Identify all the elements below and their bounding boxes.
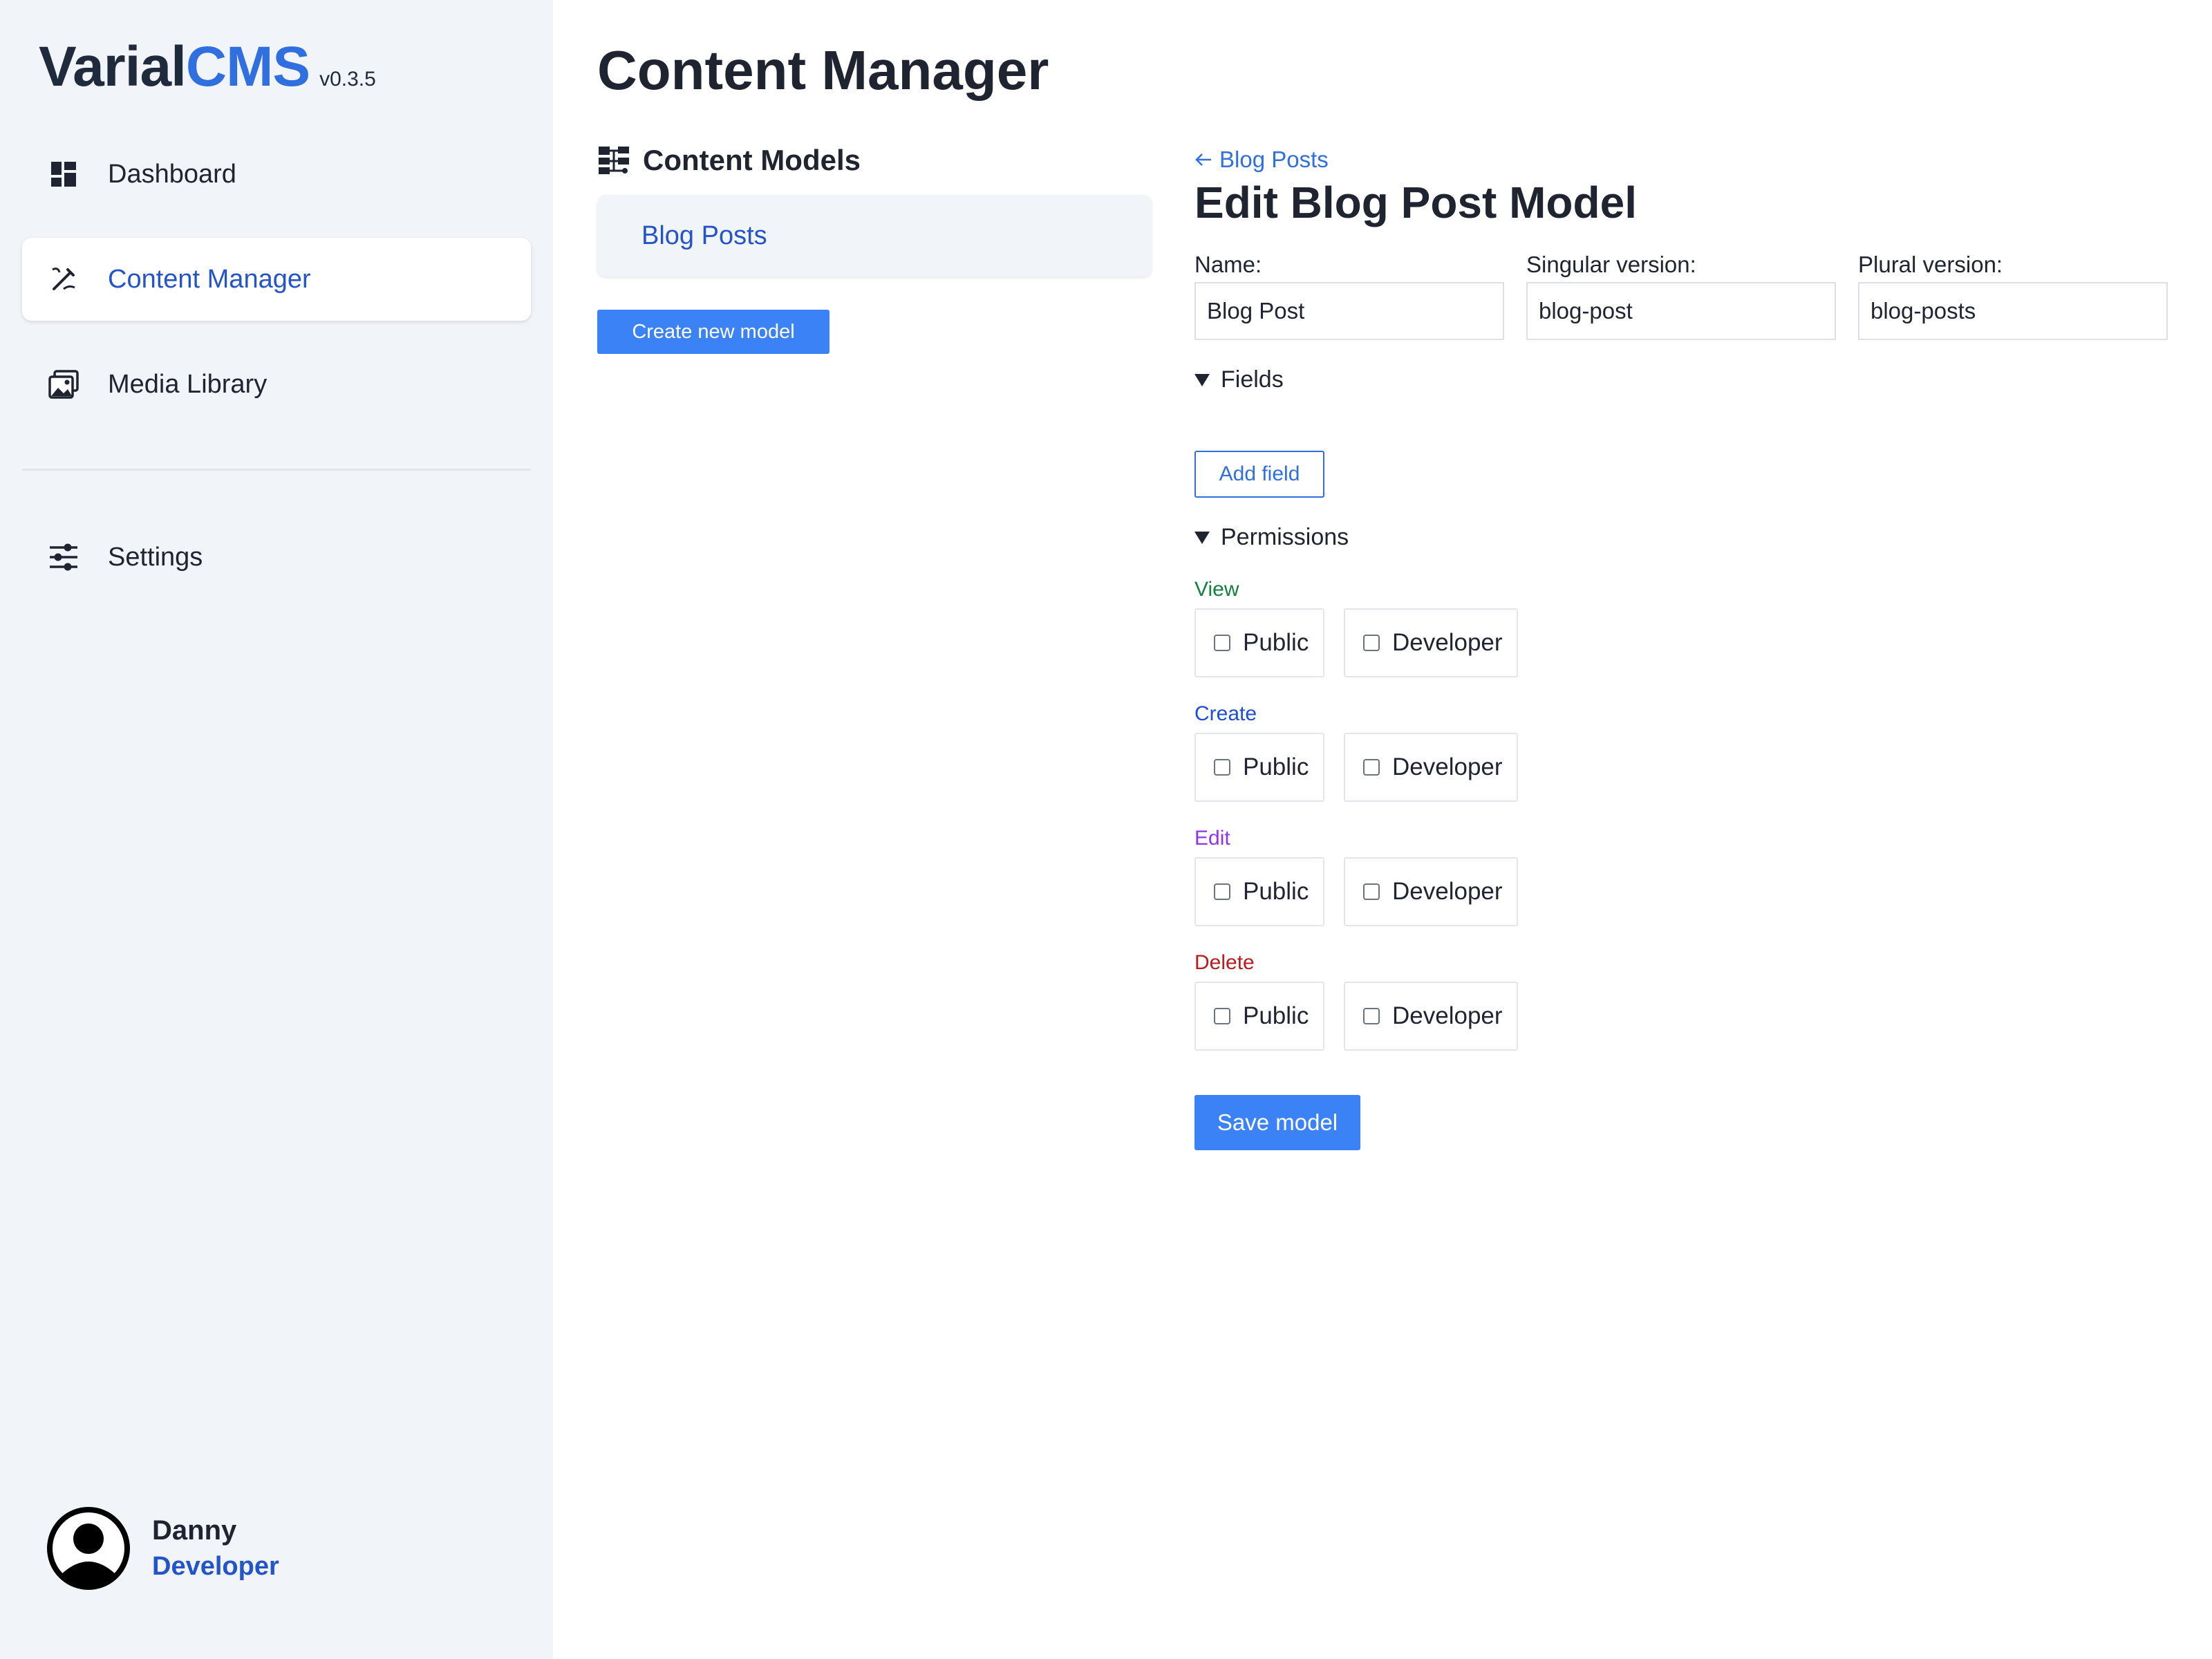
user-profile[interactable]: Danny Developer [46,1506,279,1591]
checkbox[interactable] [1363,635,1380,651]
user-name: Danny [152,1515,237,1546]
brand-logo[interactable]: VarialCMS v0.3.5 [39,35,376,100]
page-title: Content Manager [597,39,1049,101]
checkbox-label: Public [1243,629,1309,656]
permission-view-label: View [1194,578,1239,601]
permission-delete-label: Delete [1194,951,1255,974]
sidebar-item-label: Media Library [108,369,268,399]
checkbox-label: Developer [1392,1002,1503,1029]
edit-developer-checkbox[interactable]: Developer [1344,857,1518,926]
create-public-checkbox[interactable]: Public [1194,733,1324,802]
fields-toggle[interactable]: Fields [1194,366,1284,393]
sitemap-icon [599,147,629,174]
images-icon [46,366,82,402]
save-model-button[interactable]: Save model [1194,1095,1360,1150]
checkbox[interactable] [1363,1008,1380,1024]
sidebar-item-label: Content Manager [108,264,311,294]
sidebar-item-content-manager[interactable]: Content Manager [22,238,531,321]
checkbox[interactable] [1214,635,1230,651]
permissions-toggle[interactable]: Permissions [1194,524,1349,551]
name-label: Name: [1194,252,1262,277]
arrow-left-icon [1195,153,1211,166]
back-link-label: Blog Posts [1219,147,1329,172]
edit-title: Edit Blog Post Model [1194,178,1637,227]
caret-down-icon [1194,531,1210,544]
nav-divider [22,469,531,471]
checkbox[interactable] [1363,883,1380,900]
checkbox[interactable] [1214,1008,1230,1024]
view-developer-checkbox[interactable]: Developer [1344,608,1518,677]
checkbox-label: Public [1243,1002,1309,1029]
view-public-checkbox[interactable]: Public [1194,608,1324,677]
permission-edit-label: Edit [1194,827,1230,850]
pen-edit-icon [46,261,82,297]
caret-down-icon [1194,373,1210,386]
checkbox-label: Developer [1392,878,1503,905]
plural-field[interactable] [1858,282,2168,340]
sidebar: VarialCMS v0.3.5 Dashboard Content Manag… [0,0,553,1659]
name-field[interactable] [1194,282,1504,340]
checkbox-label: Developer [1392,753,1503,780]
avatar [47,1507,130,1590]
back-link[interactable]: Blog Posts [1194,147,1329,173]
sidebar-item-label: Settings [108,542,203,572]
brand-name: VarialCMS [39,35,310,98]
checkbox-label: Developer [1392,629,1503,656]
permissions-section-label: Permissions [1221,524,1349,550]
content-models-heading: Content Models [597,144,861,177]
checkbox[interactable] [1214,883,1230,900]
fields-section-label: Fields [1221,366,1284,393]
checkbox[interactable] [1214,759,1230,776]
singular-field[interactable] [1526,282,1836,340]
add-field-button[interactable]: Add field [1194,451,1324,498]
sidebar-item-label: Dashboard [108,159,236,189]
sidebar-item-settings[interactable]: Settings [22,516,531,599]
sliders-icon [46,539,82,575]
checkbox-label: Public [1243,753,1309,780]
checkbox-label: Public [1243,878,1309,905]
checkbox[interactable] [1363,759,1380,776]
create-developer-checkbox[interactable]: Developer [1344,733,1518,802]
user-role: Developer [152,1552,279,1581]
brand-version: v0.3.5 [319,68,376,91]
delete-developer-checkbox[interactable]: Developer [1344,982,1518,1051]
delete-public-checkbox[interactable]: Public [1194,982,1324,1051]
singular-label: Singular version: [1526,252,1696,277]
dashboard-grid-icon [46,156,82,192]
permission-create-label: Create [1194,702,1257,725]
create-model-button[interactable]: Create new model [597,310,830,354]
sidebar-item-dashboard[interactable]: Dashboard [22,133,531,216]
model-item-blog-posts[interactable]: Blog Posts [597,195,1152,276]
sidebar-item-media-library[interactable]: Media Library [22,343,531,426]
edit-public-checkbox[interactable]: Public [1194,857,1324,926]
plural-label: Plural version: [1858,252,2003,277]
content-models-title: Content Models [643,144,861,176]
